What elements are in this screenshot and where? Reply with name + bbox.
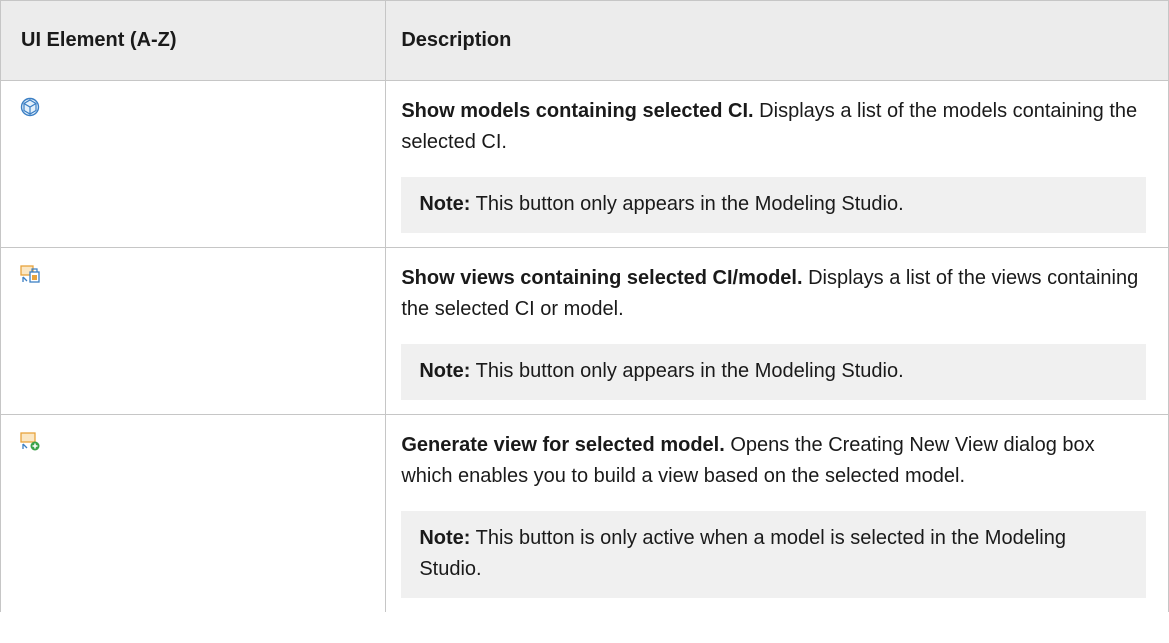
views-containing-icon <box>19 263 41 285</box>
note-box: Note: This button is only active when a … <box>401 511 1146 598</box>
description-title: Show models containing selected CI. <box>401 100 754 122</box>
description-title: Generate view for selected model. <box>401 434 725 456</box>
ui-element-cell <box>0 80 387 248</box>
description-title: Show views containing selected CI/model. <box>401 267 803 289</box>
note-box: Note: This button only appears in the Mo… <box>401 177 1146 233</box>
description-text: Show models containing selected CI. Disp… <box>401 96 1146 158</box>
note-label: Note: <box>419 193 471 215</box>
description-text: Generate view for selected model. Opens … <box>401 430 1146 492</box>
note-label: Note: <box>419 360 471 382</box>
ui-element-cell <box>0 247 387 415</box>
description-cell: Show views containing selected CI/model.… <box>385 247 1169 415</box>
note-box: Note: This button only appears in the Mo… <box>401 344 1146 400</box>
column-header-description: Description <box>385 0 1169 81</box>
note-text: This button only appears in the Modeling… <box>470 193 904 215</box>
note-text: This button only appears in the Modeling… <box>470 360 904 382</box>
description-cell: Show models containing selected CI. Disp… <box>385 80 1169 248</box>
column-header-ui-element: UI Element (A-Z) <box>0 0 387 81</box>
generate-view-icon <box>19 430 41 452</box>
models-cube-icon <box>19 96 41 118</box>
note-label: Note: <box>419 527 471 549</box>
table-header-row: UI Element (A-Z) Description <box>0 0 1169 81</box>
note-text: This button is only active when a model … <box>419 527 1066 580</box>
table-row: Show views containing selected CI/model.… <box>0 247 1169 415</box>
table-row: Generate view for selected model. Opens … <box>0 414 1169 612</box>
table-row: Show models containing selected CI. Disp… <box>0 80 1169 248</box>
description-text: Show views containing selected CI/model.… <box>401 263 1146 325</box>
ui-elements-table: UI Element (A-Z) Description Show models… <box>0 0 1169 612</box>
description-cell: Generate view for selected model. Opens … <box>385 414 1169 612</box>
ui-element-cell <box>0 414 387 612</box>
